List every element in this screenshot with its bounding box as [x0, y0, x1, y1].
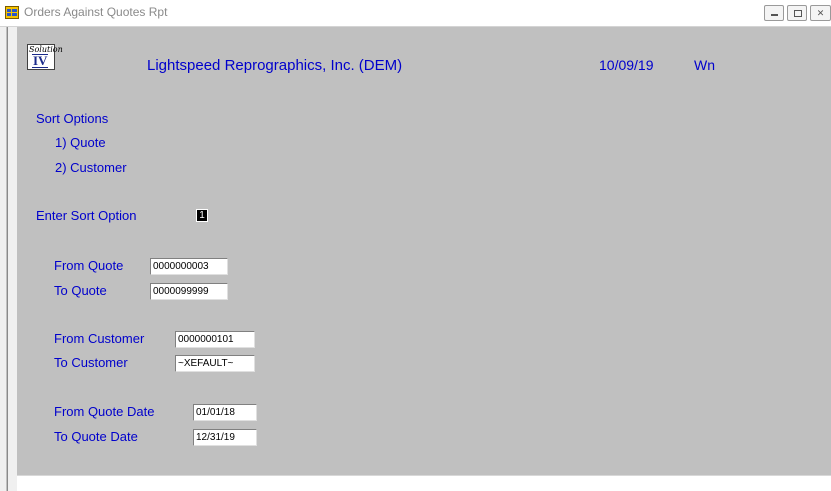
from-quote-date-label: From Quote Date [54, 404, 155, 419]
logo-roman-text: IV [32, 53, 49, 68]
close-button[interactable] [810, 5, 831, 21]
sort-options-heading: Sort Options [36, 111, 109, 126]
to-quote-label: To Quote [54, 283, 107, 298]
app-grid-icon[interactable] [5, 6, 19, 19]
header-date: 10/09/19 [599, 57, 654, 73]
company-name: Lightspeed Reprographics, Inc. (DEM) [147, 57, 403, 74]
title-bar: Orders Against Quotes Rpt [0, 0, 831, 27]
to-quote-date-label: To Quote Date [54, 429, 138, 444]
to-quote-date-field[interactable]: 12/31/19 [193, 429, 257, 446]
sort-option-input[interactable]: 1 [196, 209, 208, 222]
sort-option-prompt: Enter Sort Option [36, 208, 137, 223]
window-left-frame [0, 27, 8, 491]
from-quote-date-field[interactable]: 01/01/18 [193, 404, 257, 421]
header-user: Wn [694, 57, 715, 73]
sort-option-customer: 2) Customer [55, 160, 127, 175]
solution-iv-logo: Solution IV [27, 44, 63, 70]
sort-option-quote: 1) Quote [55, 135, 106, 150]
to-customer-label: To Customer [54, 355, 128, 370]
from-quote-field[interactable]: 0000000003 [150, 258, 228, 275]
to-customer-field[interactable]: ~XEFAULT~ [175, 355, 255, 372]
to-quote-field[interactable]: 0000099999 [150, 283, 228, 300]
from-customer-label: From Customer [54, 331, 145, 346]
status-strip [17, 475, 831, 491]
minimize-button[interactable] [764, 5, 784, 21]
maximize-button[interactable] [787, 5, 807, 21]
from-quote-label: From Quote [54, 258, 124, 273]
window-title: Orders Against Quotes Rpt [24, 5, 168, 19]
from-customer-field[interactable]: 0000000101 [175, 331, 255, 348]
